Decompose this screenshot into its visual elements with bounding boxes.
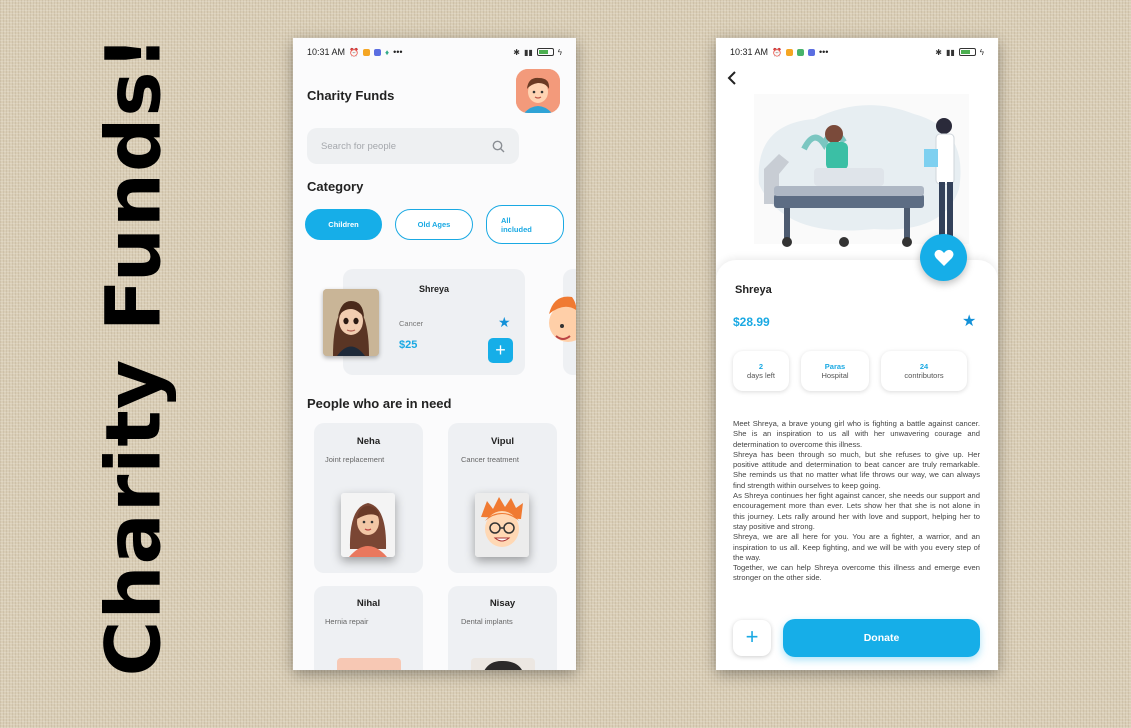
app-icon: ♦	[385, 47, 390, 57]
boy-avatar-icon	[516, 69, 560, 113]
person-need: Joint replacement	[325, 455, 385, 464]
person-need: Dental implants	[461, 617, 513, 626]
donate-label: Donate	[863, 632, 900, 644]
search-icon[interactable]	[492, 140, 505, 153]
app-icon	[808, 48, 815, 56]
vipul-photo	[475, 493, 529, 557]
app-icon	[786, 48, 793, 56]
status-time: 10:31 AM	[730, 47, 769, 57]
person-name: Vipul	[490, 436, 515, 447]
chip-label: All included	[501, 215, 532, 234]
person-card-nisay[interactable]: Nisay Dental implants	[448, 586, 557, 670]
person-name: Neha	[356, 436, 381, 447]
stat-label: Hospital	[821, 371, 849, 380]
person-card-nihal[interactable]: Nihal Hernia repair	[314, 586, 423, 670]
story-paragraph: Together, we can help Shreya overcome th…	[733, 563, 980, 583]
add-button[interactable]: +	[733, 620, 771, 656]
status-dots: •••	[393, 47, 403, 57]
signal-icon: ▮▮	[945, 47, 955, 57]
nisay-photo	[471, 658, 535, 670]
stat-value: 24	[919, 361, 929, 371]
person-need: Cancer treatment	[461, 455, 519, 464]
slide-title: Charity Funds!	[88, 34, 177, 676]
alarm-icon: ⏰	[349, 47, 359, 57]
person-name: Nihal	[356, 598, 381, 609]
stat-label: contributors	[904, 371, 944, 380]
page-title: Charity Funds	[307, 88, 395, 103]
girl-portrait-icon	[323, 289, 379, 356]
man-portrait-icon	[484, 660, 522, 670]
charging-icon: ϟ	[979, 47, 984, 57]
stat-label: days left	[747, 371, 775, 380]
chip-children[interactable]: Children	[305, 209, 382, 240]
story-paragraph: Shreya, we are all here for you. You are…	[733, 532, 980, 562]
search-placeholder: Search for people	[321, 140, 396, 152]
star-icon[interactable]: ★	[962, 311, 976, 331]
person-need: Hernia repair	[325, 617, 369, 626]
people-heading: People who are in need	[307, 396, 452, 411]
profile-avatar[interactable]	[516, 69, 560, 113]
peek-avatar	[546, 292, 576, 354]
signal-icon: ▮▮	[523, 47, 533, 57]
stat-days-left: 2 days left	[733, 351, 789, 391]
star-icon[interactable]: ★	[498, 314, 511, 331]
detail-name: Shreya	[735, 284, 772, 296]
nihal-photo	[337, 658, 401, 670]
donate-button[interactable]: Donate	[783, 619, 980, 657]
bluetooth-icon: ✱	[513, 47, 520, 57]
bluetooth-icon: ✱	[935, 47, 942, 57]
detail-screen: 10:31 AM ⏰ ••• ✱ ▮▮ ϟ Shreya $28.99 ★ 2 …	[716, 38, 998, 670]
shreya-photo	[323, 289, 379, 356]
story-paragraph: As Shreya continues her fight against ca…	[733, 491, 980, 531]
heart-icon	[934, 249, 953, 266]
person-card-neha[interactable]: Neha Joint replacement	[314, 423, 423, 573]
stat-hospital: Paras Hospital	[801, 351, 869, 391]
home-screen: 10:31 AM ⏰ ♦ ••• ✱ ▮▮ ϟ Charity Funds Se…	[293, 38, 576, 670]
story-text: Meet Shreya, a brave young girl who is f…	[733, 419, 980, 584]
status-dots: •••	[819, 47, 829, 57]
slide-title-text: Charity Funds!	[88, 34, 178, 676]
stat-contributors: 24 contributors	[881, 351, 967, 391]
story-paragraph: Meet Shreya, a brave young girl who is f…	[733, 419, 980, 449]
story-paragraph: Shreya has been through so much, but she…	[733, 449, 980, 490]
featured-name: Shreya	[418, 284, 450, 294]
boy-glasses-icon	[475, 493, 529, 557]
app-icon	[363, 48, 370, 56]
favorite-button[interactable]	[920, 234, 967, 281]
search-field[interactable]: Search for people	[307, 128, 519, 164]
status-time: 10:31 AM	[307, 47, 346, 57]
featured-condition: Cancer	[399, 319, 424, 328]
app-icon	[374, 48, 381, 56]
neha-photo	[341, 493, 395, 557]
battery-icon	[536, 48, 554, 56]
status-bar: 10:31 AM ⏰ ♦ ••• ✱ ▮▮ ϟ	[293, 38, 576, 66]
app-icon	[797, 48, 804, 56]
chip-all-included[interactable]: All included	[486, 205, 564, 244]
chip-old-ages[interactable]: Old Ages	[395, 209, 473, 240]
detail-amount: $28.99	[733, 315, 770, 329]
category-heading: Category	[307, 179, 364, 194]
alarm-icon: ⏰	[772, 47, 782, 57]
battery-icon	[958, 48, 976, 56]
woman-portrait-icon	[341, 493, 395, 557]
boy-avatar-icon	[549, 296, 576, 342]
chip-label: Old Ages	[417, 220, 451, 229]
back-arrow-icon[interactable]	[726, 70, 738, 91]
stat-value: Paras	[824, 361, 846, 371]
charging-icon: ϟ	[557, 47, 562, 57]
person-card-vipul[interactable]: Vipul Cancer treatment	[448, 423, 557, 573]
stat-value: 2	[758, 361, 764, 371]
add-featured-button[interactable]: +	[488, 338, 513, 363]
person-name: Nisay	[489, 598, 516, 609]
status-bar: 10:31 AM ⏰ ••• ✱ ▮▮ ϟ	[716, 38, 998, 66]
featured-amount: $25	[399, 339, 418, 351]
chip-label: Children	[328, 220, 359, 229]
category-chips: Children Old Ages All included	[305, 205, 564, 244]
